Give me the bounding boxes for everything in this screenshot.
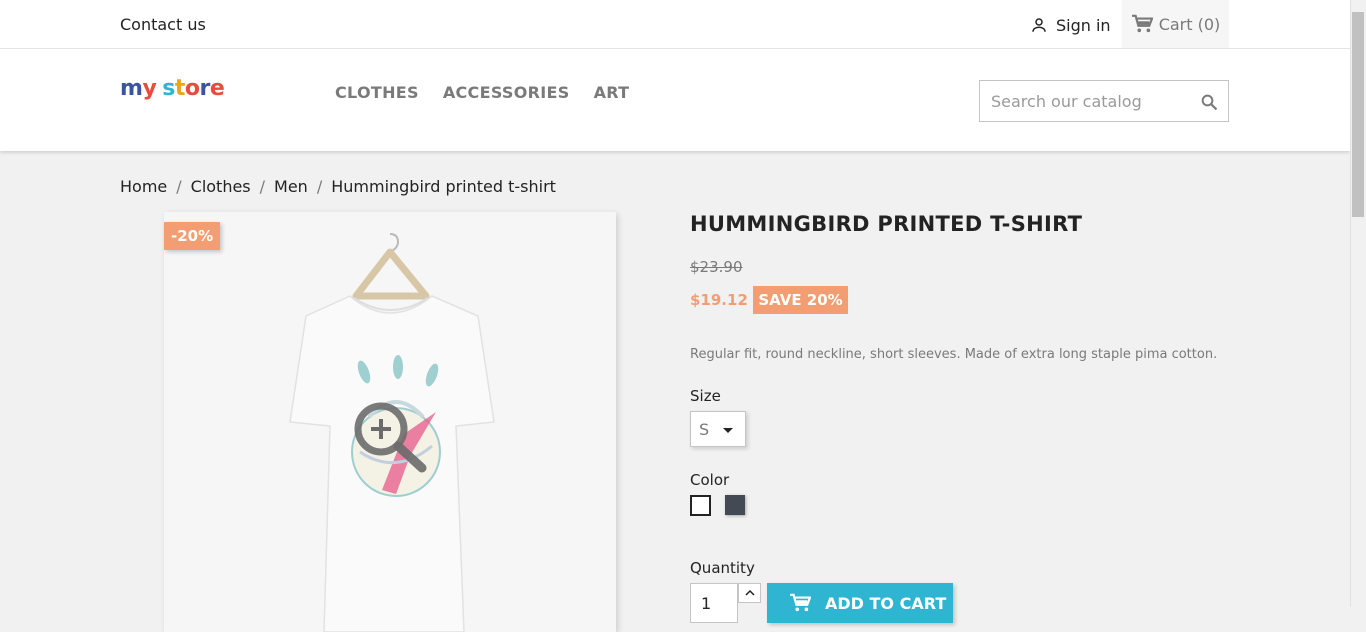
breadcrumb-home[interactable]: Home (120, 177, 167, 196)
quantity-label: Quantity (690, 559, 755, 577)
shopping-cart-icon (1131, 14, 1153, 33)
main-header: my store CLOTHES ACCESSORIES ART (0, 49, 1350, 151)
breadcrumb-clothes[interactable]: Clothes (191, 177, 251, 196)
breadcrumb-men[interactable]: Men (274, 177, 308, 196)
nav-art[interactable]: ART (594, 83, 630, 102)
shopping-cart-icon (790, 593, 811, 612)
color-swatch-white[interactable] (690, 495, 711, 516)
contact-us-link[interactable]: Contact us (120, 15, 206, 34)
regular-price: $23.90 (690, 258, 743, 276)
current-price: $19.12 (690, 291, 748, 309)
breadcrumb-separator: / (316, 177, 323, 196)
search-input[interactable] (980, 90, 1193, 112)
cart-label: Cart (0) (1158, 14, 1221, 34)
nav-accessories[interactable]: ACCESSORIES (443, 83, 570, 102)
cart-button[interactable]: Cart (0) (1122, 0, 1229, 48)
chevron-down-icon (723, 428, 733, 433)
search-icon[interactable] (1200, 93, 1218, 111)
breadcrumb-separator: / (259, 177, 266, 196)
color-label: Color (690, 471, 730, 489)
product-image[interactable] (164, 212, 616, 632)
discount-flag: -20% (164, 222, 221, 250)
store-logo[interactable]: my store (120, 76, 225, 101)
search-box (979, 80, 1229, 122)
breadcrumb-separator: / (176, 177, 182, 196)
size-select[interactable]: S (690, 411, 746, 447)
breadcrumb: Home / Clothes / Men / Hummingbird print… (120, 177, 556, 196)
product-description: Regular fit, round neckline, short sleev… (690, 347, 1218, 362)
chevron-up-icon (744, 590, 755, 596)
main-nav: CLOTHES ACCESSORIES ART (335, 83, 629, 102)
sign-in-label: Sign in (1056, 15, 1111, 35)
user-icon (1032, 18, 1046, 32)
save-badge: SAVE 20% (753, 286, 848, 314)
sign-in-link[interactable]: Sign in (1030, 14, 1111, 36)
color-swatch-dark[interactable] (725, 495, 745, 515)
scrollbar-thumb[interactable] (1352, 12, 1364, 217)
add-to-cart-label: ADD TO CART (825, 593, 947, 613)
breadcrumb-current: Hummingbird printed t-shirt (331, 177, 556, 196)
nav-clothes[interactable]: CLOTHES (335, 83, 419, 102)
tshirt-image (289, 233, 495, 632)
size-selected-value: S (699, 419, 710, 439)
quantity-increment-button[interactable] (738, 583, 761, 603)
product-title: HUMMINGBIRD PRINTED T-SHIRT (690, 212, 1083, 236)
add-to-cart-button[interactable]: ADD TO CART (767, 583, 953, 623)
size-label: Size (690, 387, 721, 405)
quantity-input[interactable]: 1 (690, 583, 738, 623)
top-bar: Contact us Sign in Cart (0) (0, 0, 1350, 49)
